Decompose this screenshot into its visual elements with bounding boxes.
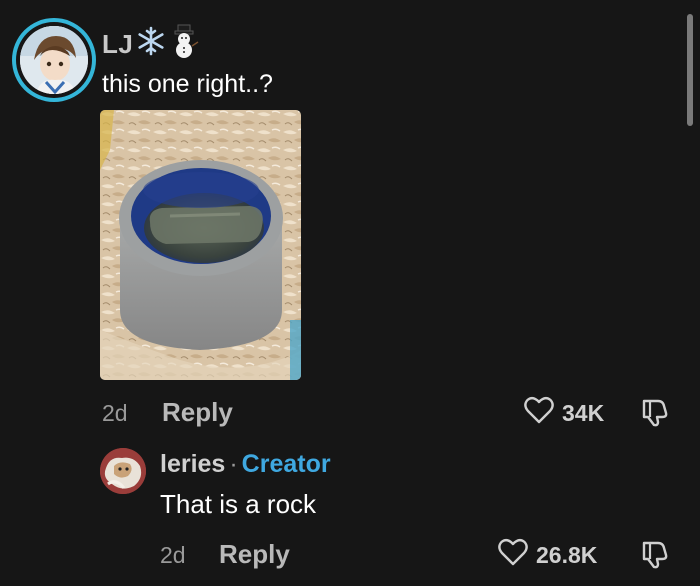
reply-username-line: leries · Creator <box>160 450 331 479</box>
scrollbar[interactable] <box>687 14 693 126</box>
heart-outline-icon <box>524 396 554 430</box>
attached-photo[interactable] <box>100 110 301 380</box>
separator-dot: · <box>229 450 238 478</box>
reply-like-count: 26.8K <box>536 541 598 568</box>
reply-button[interactable]: Reply <box>162 397 233 428</box>
username-text: LJ <box>102 29 134 59</box>
heart-outline-icon <box>498 538 528 572</box>
like-count: 34K <box>562 399 605 426</box>
comment-age: 2d <box>102 400 128 426</box>
dislike-button[interactable] <box>640 398 672 433</box>
commenter-avatar[interactable] <box>12 18 96 102</box>
comment-text: this one right..? <box>102 70 273 98</box>
reply-dislike-button[interactable] <box>640 540 672 575</box>
reply-like-button[interactable]: 26.8K <box>498 538 597 572</box>
snowflake-icon <box>135 25 167 64</box>
reply-username[interactable]: leries <box>160 450 225 478</box>
avatar-image <box>20 26 88 94</box>
like-button[interactable]: 34K <box>524 396 604 430</box>
dislike-icon <box>640 399 672 432</box>
snowman-icon <box>169 24 199 65</box>
reply-reply-button[interactable]: Reply <box>219 539 290 570</box>
dislike-icon <box>640 541 672 574</box>
creator-badge: Creator <box>241 450 331 478</box>
reply-comment-text: That is a rock <box>160 489 317 519</box>
reply-avatar[interactable] <box>100 448 146 494</box>
comment-username[interactable]: LJ <box>102 24 199 65</box>
reply-comment-age: 2d <box>160 542 186 568</box>
